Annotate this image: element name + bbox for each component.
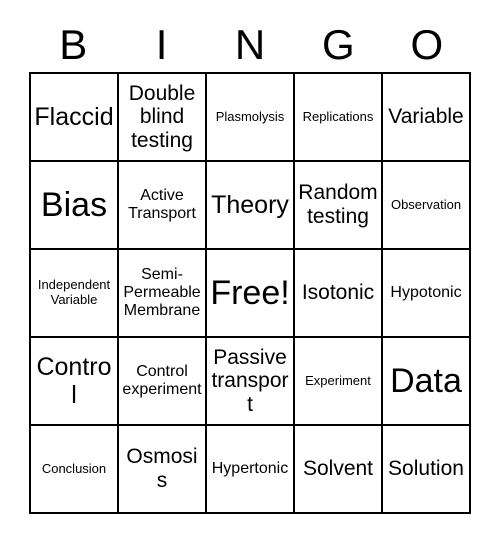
bingo-cell-label: Hypertonic [211, 460, 289, 478]
bingo-cell-label: Variable [388, 105, 464, 129]
bingo-cell-i5[interactable]: Osmosis [119, 426, 207, 514]
bingo-cell-i1[interactable]: Double blind testing [119, 74, 207, 162]
bingo-header-row: B I N G O [29, 18, 471, 72]
bingo-cell-i3[interactable]: Semi-Permeable Membrane [119, 250, 207, 338]
bingo-cell-label: Plasmolysis [215, 108, 285, 124]
bingo-header-letter-n: N [234, 21, 266, 68]
bingo-header-letter-g: G [322, 21, 355, 68]
bingo-cell-label: Theory [211, 191, 289, 219]
bingo-header-letter-i: I [155, 21, 168, 68]
bingo-cell-g5[interactable]: Solvent [295, 426, 383, 514]
bingo-cell-label: Semi-Permeable Membrane [123, 266, 201, 319]
bingo-cell-o4[interactable]: Data [383, 338, 471, 426]
bingo-cell-n5[interactable]: Hypertonic [207, 426, 295, 514]
bingo-cell-b3[interactable]: Independent Variable [31, 250, 119, 338]
bingo-cell-label: Bias [40, 185, 108, 224]
bingo-cell-b5[interactable]: Conclusion [31, 426, 119, 514]
bingo-cell-label: Isotonic [301, 281, 375, 305]
bingo-cell-label: Solution [388, 457, 464, 481]
bingo-cell-b1[interactable]: Flaccid [31, 74, 119, 162]
bingo-cell-label: Passive transport [211, 345, 289, 416]
bingo-header-letter-b: B [59, 21, 88, 68]
bingo-cell-label: Replications [302, 108, 374, 124]
bingo-cell-o1[interactable]: Variable [383, 74, 471, 162]
bingo-cell-g2[interactable]: Random testing [295, 162, 383, 250]
bingo-cell-label: Experiment [305, 372, 371, 388]
bingo-cell-i2[interactable]: Active Transport [119, 162, 207, 250]
bingo-cell-n1[interactable]: Plasmolysis [207, 74, 295, 162]
bingo-cell-n2[interactable]: Theory [207, 162, 295, 250]
bingo-cell-b4[interactable]: Control [31, 338, 119, 426]
bingo-cell-o2[interactable]: Observation [383, 162, 471, 250]
bingo-cell-label: Control [36, 353, 112, 409]
bingo-grid: Flaccid Double blind testing Plasmolysis… [29, 72, 471, 514]
bingo-cell-free-space[interactable]: Free! [207, 250, 295, 338]
bingo-cell-label: Data [390, 361, 462, 400]
bingo-card: B I N G O Flaccid Double blind testing P… [0, 0, 500, 544]
bingo-cell-g4[interactable]: Experiment [295, 338, 383, 426]
bingo-cell-o5[interactable]: Solution [383, 426, 471, 514]
bingo-cell-label: Control experiment [122, 363, 202, 398]
bingo-cell-label: Observation [390, 196, 462, 212]
bingo-cell-label: Flaccid [34, 103, 114, 131]
bingo-cell-n4[interactable]: Passive transport [207, 338, 295, 426]
bingo-cell-label: Solvent [302, 457, 374, 481]
bingo-cell-o3[interactable]: Hypotonic [383, 250, 471, 338]
bingo-cell-label: Osmosis [126, 445, 198, 492]
bingo-cell-label: Random testing [298, 181, 378, 228]
bingo-header-letter-o: O [410, 21, 444, 68]
bingo-cell-label: Conclusion [41, 460, 107, 476]
bingo-cell-g3[interactable]: Isotonic [295, 250, 383, 338]
bingo-cell-b2[interactable]: Bias [31, 162, 119, 250]
bingo-cell-label: Double blind testing [128, 81, 196, 152]
bingo-cell-i4[interactable]: Control experiment [119, 338, 207, 426]
bingo-cell-label: Active Transport [128, 187, 196, 222]
bingo-cell-label: Independent Variable [37, 277, 111, 307]
bingo-free-space-label: Free! [210, 273, 290, 312]
bingo-cell-label: Hypotonic [390, 284, 462, 302]
bingo-cell-g1[interactable]: Replications [295, 74, 383, 162]
